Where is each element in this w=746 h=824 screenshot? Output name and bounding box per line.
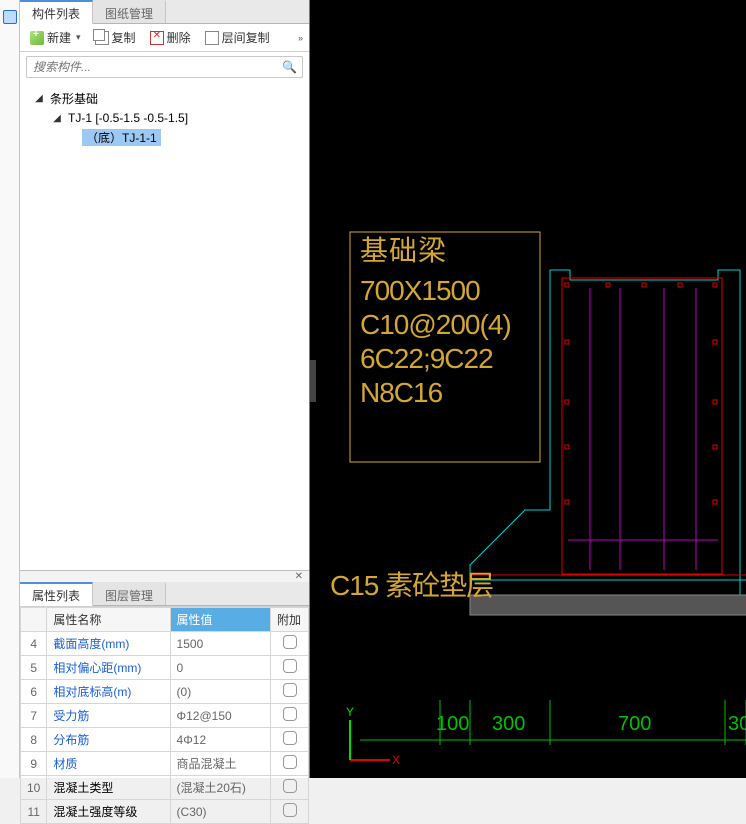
copy-button[interactable]: 复制 bbox=[91, 27, 140, 48]
cell-name: 截面高度(mm) bbox=[47, 632, 170, 656]
property-table: 属性名称 属性值 附加 4截面高度(mm)15005相对偏心距(mm)06相对底… bbox=[20, 607, 309, 824]
panel-toggle-icon[interactable] bbox=[3, 10, 17, 24]
cell-index: 11 bbox=[21, 800, 47, 824]
cell-extra[interactable] bbox=[271, 632, 309, 656]
close-icon[interactable]: ✕ bbox=[295, 571, 309, 582]
cell-extra[interactable] bbox=[271, 704, 309, 728]
cad-label: 基础梁 bbox=[360, 235, 447, 267]
layer-copy-button[interactable]: 层间复制 bbox=[201, 27, 274, 48]
cell-value[interactable]: 4Φ12 bbox=[170, 728, 270, 752]
cell-name: 相对底标高(m) bbox=[47, 680, 170, 704]
new-icon bbox=[30, 31, 44, 45]
table-row[interactable]: 5相对偏心距(mm)0 bbox=[21, 656, 309, 680]
overflow-icon[interactable]: » bbox=[298, 33, 303, 43]
cell-value[interactable]: 1500 bbox=[170, 632, 270, 656]
component-toolbar: 新建 ▾ 复制 删除 层间复制 » bbox=[20, 24, 309, 52]
delete-button[interactable]: 删除 bbox=[146, 27, 195, 48]
cell-index: 7 bbox=[21, 704, 47, 728]
tree-root-label: 条形基础 bbox=[46, 90, 102, 107]
layer-copy-icon bbox=[205, 31, 219, 45]
search-input[interactable] bbox=[26, 56, 303, 78]
tree-item-root[interactable]: ◢ 条形基础 bbox=[24, 88, 305, 109]
layer-copy-label: 层间复制 bbox=[222, 29, 270, 46]
dim-label: 100 bbox=[436, 713, 469, 735]
cell-extra[interactable] bbox=[271, 776, 309, 800]
cad-label: 6C22;9C22 bbox=[360, 343, 493, 374]
cell-index: 10 bbox=[21, 776, 47, 800]
panel-splitter[interactable]: ✕ bbox=[20, 570, 309, 582]
search-icon[interactable]: 🔍 bbox=[282, 60, 297, 74]
cad-label: N8C16 bbox=[360, 377, 443, 408]
cell-value[interactable]: (混凝土20石) bbox=[170, 776, 270, 800]
cell-value[interactable]: Φ12@150 bbox=[170, 704, 270, 728]
new-button[interactable]: 新建 ▾ bbox=[26, 27, 85, 48]
table-row[interactable]: 10混凝土类型(混凝土20石) bbox=[21, 776, 309, 800]
search-container: 🔍 bbox=[26, 56, 303, 78]
cell-index: 4 bbox=[21, 632, 47, 656]
cell-name: 相对偏心距(mm) bbox=[47, 656, 170, 680]
cell-extra[interactable] bbox=[271, 800, 309, 824]
delete-label: 删除 bbox=[167, 29, 191, 46]
table-row[interactable]: 8分布筋4Φ12 bbox=[21, 728, 309, 752]
dim-label: 300 bbox=[492, 713, 525, 735]
dim-label: 700 bbox=[618, 713, 651, 735]
dim-label: 30 bbox=[728, 713, 746, 735]
tab-layer-manager[interactable]: 图层管理 bbox=[93, 582, 166, 605]
header-value: 属性值 bbox=[170, 608, 270, 632]
cell-value[interactable]: (C30) bbox=[170, 800, 270, 824]
cell-index: 5 bbox=[21, 656, 47, 680]
component-tree: ◢ 条形基础 ◢ TJ-1 [-0.5-1.5 -0.5-1.5] （底）TJ-… bbox=[20, 82, 309, 570]
cell-name: 混凝土强度等级 bbox=[47, 800, 170, 824]
cell-value[interactable]: 商品混凝土 bbox=[170, 752, 270, 776]
tab-component-list[interactable]: 构件列表 bbox=[20, 0, 93, 24]
tree-node-label: TJ-1 [-0.5-1.5 -0.5-1.5] bbox=[64, 111, 192, 125]
cell-name: 受力筋 bbox=[47, 704, 170, 728]
property-panel: 属性列表 图层管理 属性名称 属性值 附加 4截面高度(mm)15005相对偏心… bbox=[20, 582, 309, 824]
cell-extra[interactable] bbox=[271, 656, 309, 680]
tree-leaf-label: （底）TJ-1-1 bbox=[82, 129, 161, 146]
cell-name: 材质 bbox=[47, 752, 170, 776]
cell-index: 6 bbox=[21, 680, 47, 704]
svg-text:X: X bbox=[392, 753, 400, 767]
cad-label: C10@200(4) bbox=[360, 309, 511, 340]
copy-label: 复制 bbox=[112, 29, 136, 46]
header-index bbox=[21, 608, 47, 632]
cell-name: 分布筋 bbox=[47, 728, 170, 752]
cell-value[interactable]: 0 bbox=[170, 656, 270, 680]
lower-tabs: 属性列表 图层管理 bbox=[20, 582, 309, 606]
new-label: 新建 bbox=[47, 29, 71, 46]
table-row[interactable]: 11混凝土强度等级(C30) bbox=[21, 800, 309, 824]
header-name: 属性名称 bbox=[47, 608, 170, 632]
cad-canvas[interactable]: 基础梁 700X1500 C10@200(4) 6C22;9C22 N8C16 bbox=[310, 0, 746, 778]
cell-extra[interactable] bbox=[271, 680, 309, 704]
tree-item-tj1[interactable]: ◢ TJ-1 [-0.5-1.5 -0.5-1.5] bbox=[24, 109, 305, 127]
tab-drawing-manager[interactable]: 图纸管理 bbox=[93, 0, 166, 23]
cell-name: 混凝土类型 bbox=[47, 776, 170, 800]
property-grid: 属性名称 属性值 附加 4截面高度(mm)15005相对偏心距(mm)06相对底… bbox=[20, 606, 309, 824]
svg-text:Y: Y bbox=[346, 705, 354, 719]
left-panel: 构件列表 图纸管理 新建 ▾ 复制 删除 层间复制 » 🔍 ◢ 条形基础 bbox=[20, 0, 310, 778]
tab-property-list[interactable]: 属性列表 bbox=[20, 582, 93, 606]
table-row[interactable]: 9材质商品混凝土 bbox=[21, 752, 309, 776]
tree-item-tj1-1[interactable]: （底）TJ-1-1 bbox=[24, 127, 305, 148]
delete-icon bbox=[150, 31, 164, 45]
expand-icon[interactable]: ◢ bbox=[52, 113, 62, 124]
copy-icon bbox=[95, 31, 109, 45]
cad-bedding-label: C15 素砼垫层 bbox=[330, 570, 493, 601]
table-row[interactable]: 7受力筋Φ12@150 bbox=[21, 704, 309, 728]
upper-tabs: 构件列表 图纸管理 bbox=[20, 0, 309, 24]
cad-label: 700X1500 bbox=[360, 275, 480, 306]
table-row[interactable]: 6相对底标高(m)(0) bbox=[21, 680, 309, 704]
table-row[interactable]: 4截面高度(mm)1500 bbox=[21, 632, 309, 656]
expand-icon[interactable]: ◢ bbox=[34, 93, 44, 104]
cell-extra[interactable] bbox=[271, 728, 309, 752]
cell-extra[interactable] bbox=[271, 752, 309, 776]
cell-index: 9 bbox=[21, 752, 47, 776]
chevron-down-icon: ▾ bbox=[76, 32, 81, 43]
header-extra: 附加 bbox=[271, 608, 309, 632]
cell-value[interactable]: (0) bbox=[170, 680, 270, 704]
cell-index: 8 bbox=[21, 728, 47, 752]
